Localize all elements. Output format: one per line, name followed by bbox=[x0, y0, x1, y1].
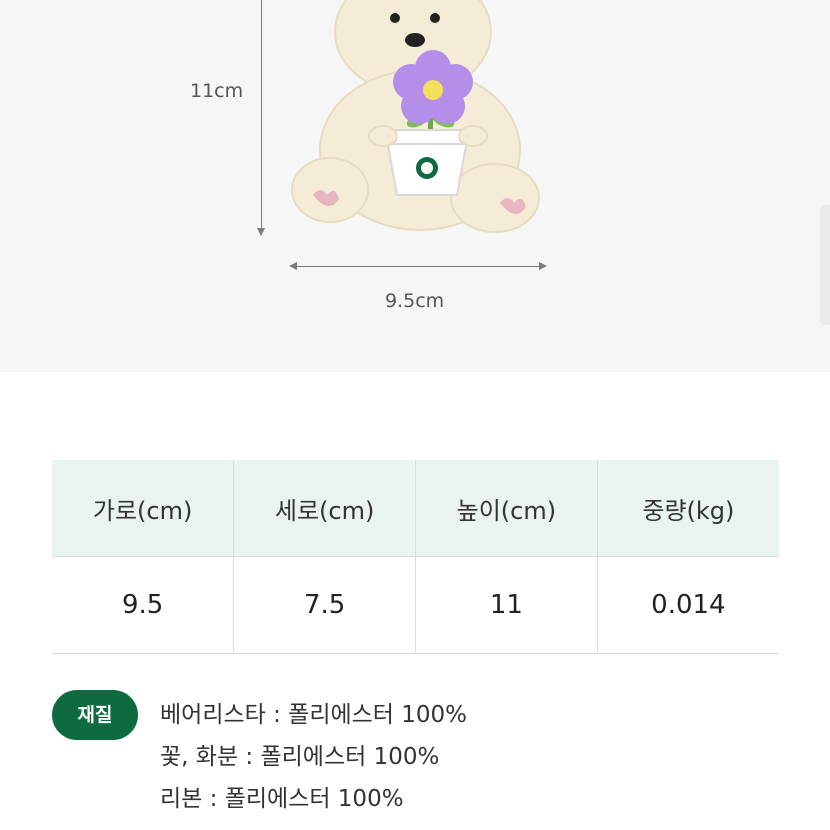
width-dimension-label: 9.5cm bbox=[385, 290, 445, 312]
material-item-ribbon: 리본 : 폴리에스터 100% bbox=[160, 786, 404, 812]
spec-header-row: 가로(cm) 세로(cm) 높이(cm) 중량(kg) bbox=[52, 460, 779, 557]
height-dimension-arrow bbox=[257, 228, 265, 236]
material-badge: 재질 bbox=[52, 690, 138, 740]
width-dimension-arrow-right bbox=[539, 262, 547, 270]
material-item-bearista: 베어리스타 : 폴리에스터 100% bbox=[160, 702, 468, 728]
spec-table: 가로(cm) 세로(cm) 높이(cm) 중량(kg) 9.5 7.5 11 0… bbox=[52, 460, 779, 654]
spec-header-weight: 중량(kg) bbox=[596, 460, 779, 557]
spec-value-weight: 0.014 bbox=[596, 556, 779, 654]
spec-header-width: 가로(cm) bbox=[52, 460, 235, 557]
height-dimension-line bbox=[261, 0, 262, 230]
product-image-area: 11cm 9.5cm bbox=[0, 0, 830, 372]
width-dimension-line bbox=[296, 266, 540, 267]
height-dimension-label: 11cm bbox=[190, 80, 244, 102]
spec-header-depth: 세로(cm) bbox=[233, 460, 416, 557]
width-dimension-arrow-left bbox=[289, 262, 297, 270]
spec-value-width: 9.5 bbox=[52, 556, 235, 654]
material-item-flower-pot: 꽃, 화분 : 폴리에스터 100% bbox=[160, 744, 440, 770]
material-list: 베어리스타 : 폴리에스터 100% 꽃, 화분 : 폴리에스터 100% 리본… bbox=[160, 694, 467, 820]
spec-value-row: 9.5 7.5 11 0.014 bbox=[52, 556, 779, 654]
carousel-edge bbox=[820, 205, 830, 325]
spec-header-height: 높이(cm) bbox=[415, 460, 598, 557]
bear-plush-image bbox=[291, 0, 540, 233]
spec-value-depth: 7.5 bbox=[233, 556, 416, 654]
spec-value-height: 11 bbox=[415, 556, 598, 654]
